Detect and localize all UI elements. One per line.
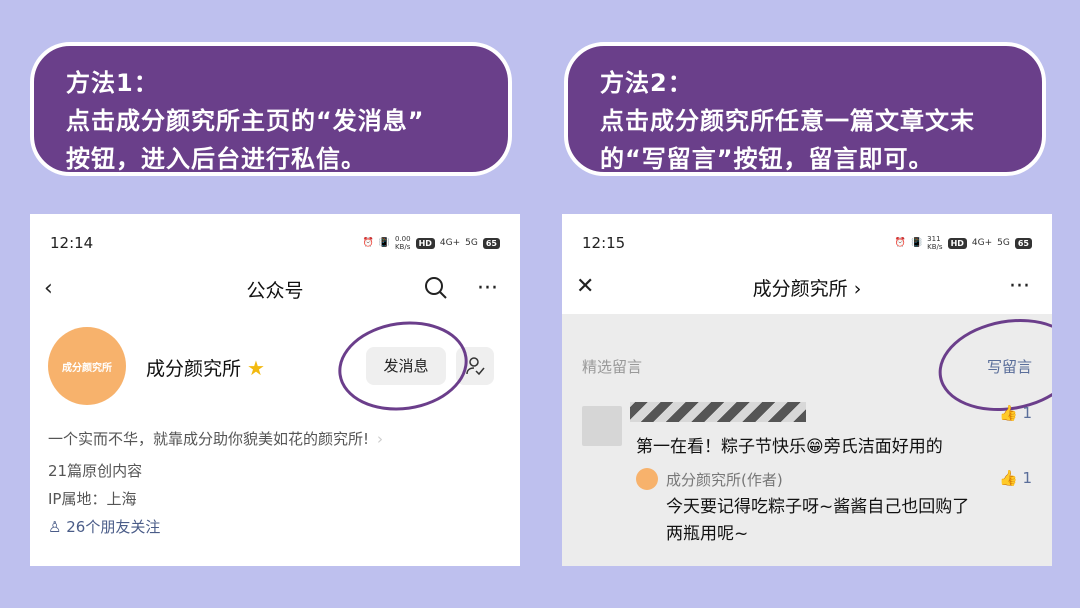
status-bar: 12:14 ⏰ 📳 0.00 KB/s HD 4G+ 5G 65	[50, 234, 500, 252]
comment-text: 第一在看！粽子节快乐😁旁氏洁面好用的	[636, 437, 943, 457]
account-name-text: 成分颜究所	[146, 358, 242, 380]
avatar-logo-text: 成分颜究所	[62, 362, 112, 374]
net-speed-value: 311	[927, 235, 941, 243]
account-name: 成分颜究所 ★	[146, 354, 265, 381]
more-icon[interactable]: ···	[477, 276, 498, 302]
account-description: 一个实而不华，就靠成分助你貌美如花的颜究所! ›	[48, 428, 383, 449]
status-time: 12:14	[50, 234, 94, 252]
like-count: 1	[1022, 404, 1032, 422]
search-icon[interactable]	[424, 276, 448, 307]
page-title[interactable]: 成分颜究所 ›	[562, 274, 1052, 301]
commenter-name-redacted	[630, 402, 806, 422]
reply-text-line: 今天要记得吃粽子呀~酱酱自己也回购了	[666, 497, 970, 517]
instruction-banner-method-2: 方法2： 点击成分颜究所任意一篇文章文末 的“写留言”按钮，留言即可。	[564, 42, 1046, 176]
friends-following-text: 26个朋友关注	[66, 518, 161, 536]
net-speed-value: 0.00	[394, 235, 411, 243]
original-articles-count: 21篇原创内容	[48, 462, 143, 480]
status-time: 12:15	[582, 234, 626, 252]
signal-5g-icon: 5G	[997, 238, 1010, 248]
alarm-icon: ⏰	[894, 238, 906, 248]
banner-text-line: 点击成分颜究所任意一篇文章文末	[600, 107, 975, 135]
banner-text-line: 按钮，进入后台进行私信。	[66, 145, 366, 173]
banner-heading: 方法2：	[600, 69, 693, 97]
vibrate-icon: 📳	[378, 238, 390, 248]
star-icon: ★	[247, 356, 265, 380]
nav-bar: ✕ 成分颜究所 › ···	[562, 270, 1052, 304]
hd-icon: HD	[947, 237, 967, 249]
commenter-avatar	[582, 406, 622, 446]
comment-like[interactable]: 👍 1	[999, 404, 1032, 422]
banner-heading: 方法1：	[66, 69, 159, 97]
battery-icon: 65	[1014, 237, 1032, 249]
hd-icon: HD	[415, 237, 435, 249]
ip-location: IP属地：上海	[48, 490, 137, 508]
friends-following[interactable]: ♙ 26个朋友关注	[48, 516, 160, 537]
status-bar: 12:15 ⏰ 📳 311 KB/s HD 4G+ 5G 65	[582, 234, 1032, 252]
net-speed: 311 KB/s	[927, 235, 942, 251]
account-avatar: 成分颜究所	[48, 327, 126, 405]
person-icon: ♙	[48, 518, 62, 536]
status-icons: ⏰ 📳 0.00 KB/s HD 4G+ 5G 65	[363, 235, 500, 251]
net-speed: 0.00 KB/s	[395, 235, 411, 251]
banner-text-line: 点击成分颜究所主页的“发消息”	[66, 107, 425, 135]
reply-text-line: 两瓶用呢~	[666, 524, 749, 544]
account-description-text: 一个实而不华，就靠成分助你貌美如花的颜究所!	[48, 430, 370, 448]
account-profile-screenshot: 12:14 ⏰ 📳 0.00 KB/s HD 4G+ 5G 65 ‹ 公众号 ·…	[30, 214, 520, 566]
signal-5g-icon: 5G	[465, 238, 478, 248]
reply-like[interactable]: 👍 1	[999, 469, 1032, 487]
signal-4g-icon: 4G+	[439, 238, 461, 248]
net-speed-unit: KB/s	[927, 243, 943, 251]
thumbs-up-icon: 👍	[998, 404, 1018, 422]
alarm-icon: ⏰	[362, 238, 374, 248]
banner-text-line: 的“写留言”按钮，留言即可。	[600, 145, 934, 173]
like-count: 1	[1022, 469, 1032, 487]
annotation-circle	[332, 313, 474, 419]
nav-bar: ‹ 公众号 ···	[30, 272, 520, 306]
chevron-right-icon: ›	[377, 430, 384, 448]
reply-text: 今天要记得吃粽子呀~酱酱自己也回购了 两瓶用呢~	[666, 494, 969, 548]
status-icons: ⏰ 📳 311 KB/s HD 4G+ 5G 65	[895, 235, 1032, 251]
signal-4g-icon: 4G+	[971, 238, 993, 248]
battery-icon: 65	[482, 237, 500, 249]
more-icon[interactable]: ···	[1009, 274, 1030, 300]
vibrate-icon: 📳	[910, 238, 923, 248]
reply-author: 成分颜究所(作者)	[666, 471, 783, 489]
author-avatar	[636, 468, 658, 490]
net-speed-unit: KB/s	[394, 243, 411, 251]
thumbs-up-icon: 👍	[998, 469, 1018, 487]
instruction-banner-method-1: 方法1： 点击成分颜究所主页的“发消息” 按钮，进入后台进行私信。	[30, 42, 512, 176]
article-comments-screenshot: 12:15 ⏰ 📳 311 KB/s HD 4G+ 5G 65 ✕ 成分颜究所 …	[562, 214, 1052, 566]
featured-comments-label: 精选留言	[582, 358, 643, 376]
